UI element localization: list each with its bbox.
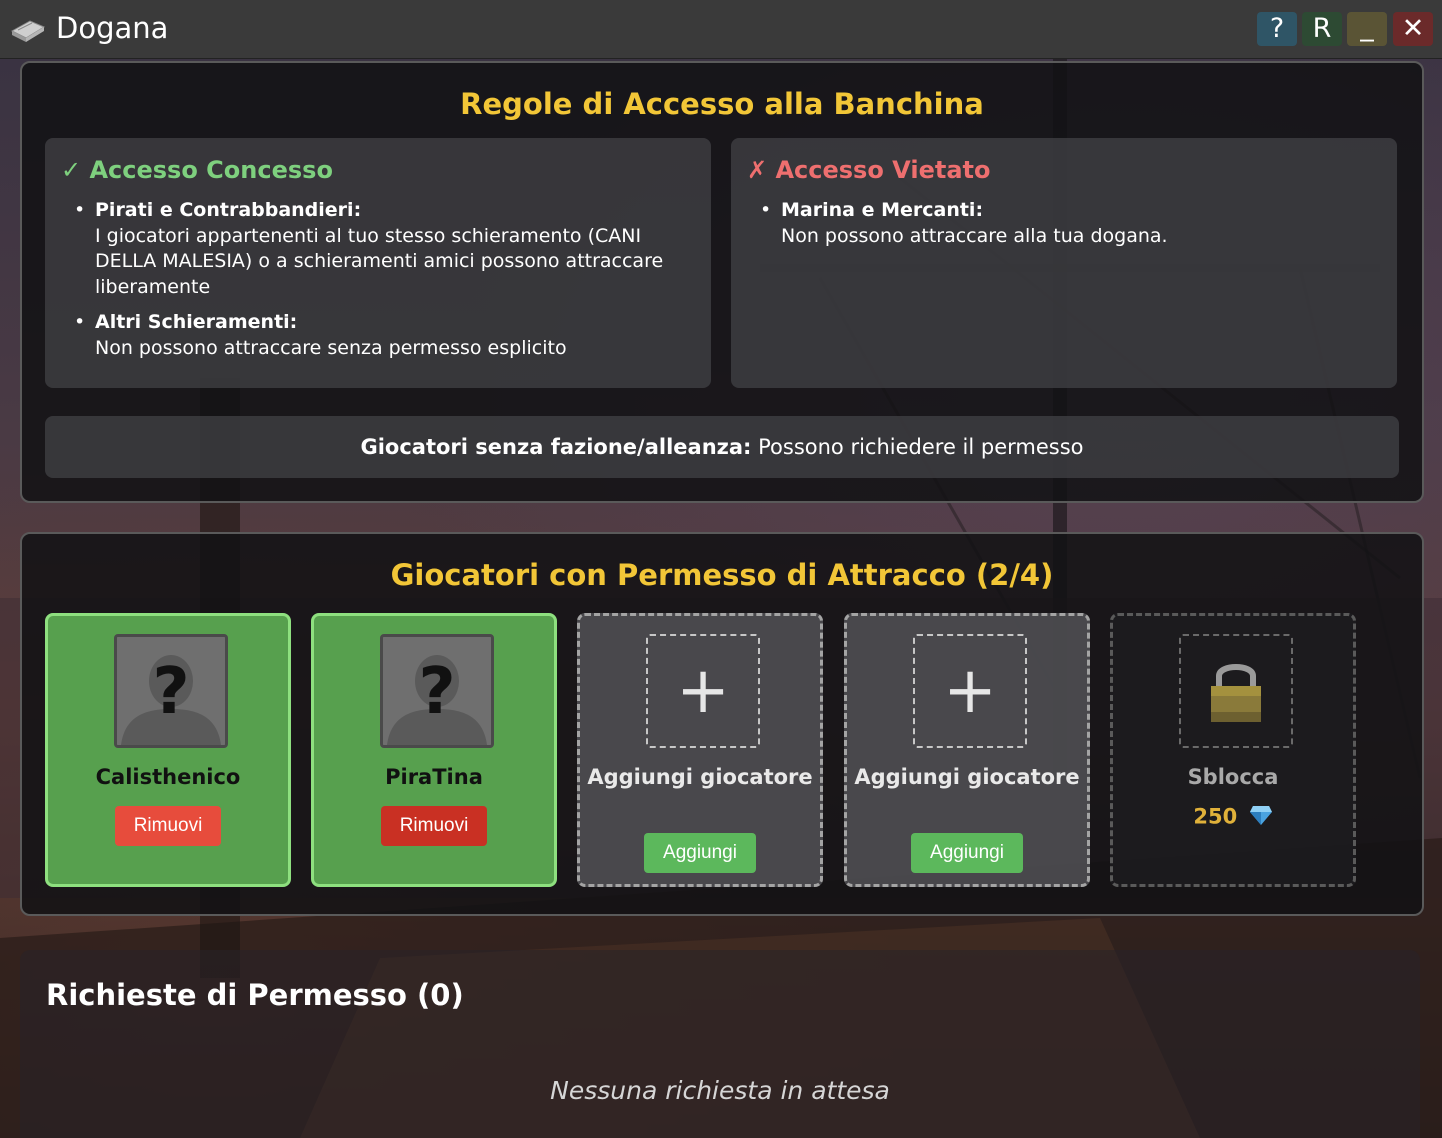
no-faction-text: Possono richiedere il permesso	[758, 435, 1084, 459]
add-button[interactable]: Aggiungi	[911, 833, 1023, 873]
window-titlebar: Dogana ? R _ ✕	[0, 0, 1442, 59]
svg-text:?: ?	[418, 655, 455, 729]
rule-label: Pirati e Contrabbandieri:	[95, 199, 362, 221]
permits-panel: Giocatori con Permesso di Attracco (2/4)…	[20, 532, 1424, 916]
rules-title: Regole di Accesso alla Banchina	[460, 87, 984, 121]
add-slot-frame[interactable]: +	[913, 634, 1027, 748]
locked-frame	[1179, 634, 1293, 748]
list-item: Marina e Mercanti: Non possono attraccar…	[760, 198, 1381, 249]
empty-slot-label: Aggiungi giocatore	[854, 765, 1080, 789]
rule-label: Marina e Mercanti:	[781, 199, 984, 221]
empty-slot-label: Aggiungi giocatore	[587, 765, 813, 789]
denied-heading: ✗ Accesso Vietato	[747, 156, 991, 184]
book-icon	[10, 17, 46, 43]
rule-text: I giocatori appartenenti al tuo stesso s…	[95, 224, 664, 298]
permits-title: Giocatori con Permesso di Attracco (2/4)	[390, 558, 1054, 592]
requests-empty-text: Nessuna richiesta in attesa	[550, 1076, 890, 1105]
rule-text: Non possono attraccare senza permesso es…	[95, 336, 567, 359]
rule-text: Non possono attraccare alla tua dogana.	[781, 224, 1168, 247]
player-name: PiraTina	[385, 765, 483, 789]
locked-slot[interactable]: Sblocca 250	[1110, 613, 1356, 887]
unknown-user-icon: ?	[117, 637, 225, 745]
allowed-list: Pirati e Contrabbandieri: I giocatori ap…	[74, 198, 695, 371]
requests-panel: Richieste di Permesso (0) Nessuna richie…	[20, 950, 1420, 1138]
rules-panel: Regole di Accesso alla Banchina ✓ Access…	[20, 61, 1424, 503]
add-slot-frame[interactable]: +	[646, 634, 760, 748]
window-title: Dogana	[56, 11, 169, 45]
padlock-icon	[1211, 664, 1261, 722]
refresh-button[interactable]: R	[1302, 12, 1342, 46]
price-value: 250	[1193, 804, 1238, 829]
player-name: Calisthenico	[95, 765, 241, 789]
requests-title: Richieste di Permesso (0)	[46, 978, 464, 1012]
allowed-box: ✓ Accesso Concesso Pirati e Contrabbandi…	[45, 138, 711, 388]
minimize-button[interactable]: _	[1347, 12, 1387, 46]
plus-icon: +	[676, 654, 730, 728]
no-faction-note: Giocatori senza fazione/alleanza: Posson…	[45, 416, 1399, 478]
remove-button[interactable]: Rimuovi	[115, 806, 221, 846]
unlock-label: Sblocca	[1187, 765, 1279, 789]
avatar: ?	[114, 634, 228, 748]
add-button[interactable]: Aggiungi	[644, 833, 756, 873]
rule-label: Altri Schieramenti:	[95, 311, 298, 333]
help-button[interactable]: ?	[1257, 12, 1297, 46]
player-slot: ? Calisthenico Rimuovi	[45, 613, 291, 887]
no-faction-label: Giocatori senza fazione/alleanza:	[360, 435, 752, 459]
empty-slot: + Aggiungi giocatore Aggiungi	[577, 613, 823, 887]
avatar: ?	[380, 634, 494, 748]
gem-icon	[1249, 804, 1273, 831]
close-button[interactable]: ✕	[1393, 12, 1433, 46]
player-slot: ? PiraTina Rimuovi	[311, 613, 557, 887]
plus-icon: +	[943, 654, 997, 728]
list-item: Altri Schieramenti: Non possono attracca…	[74, 310, 695, 361]
denied-box: ✗ Accesso Vietato Marina e Mercanti: Non…	[731, 138, 1397, 388]
unknown-user-icon: ?	[383, 637, 491, 745]
denied-list: Marina e Mercanti: Non possono attraccar…	[760, 198, 1381, 259]
svg-text:?: ?	[152, 655, 189, 729]
remove-button[interactable]: Rimuovi	[381, 806, 487, 846]
empty-slot: + Aggiungi giocatore Aggiungi	[844, 613, 1090, 887]
allowed-heading: ✓ Accesso Concesso	[61, 156, 333, 184]
list-item: Pirati e Contrabbandieri: I giocatori ap…	[74, 198, 695, 300]
unlock-price: 250	[1113, 804, 1353, 831]
